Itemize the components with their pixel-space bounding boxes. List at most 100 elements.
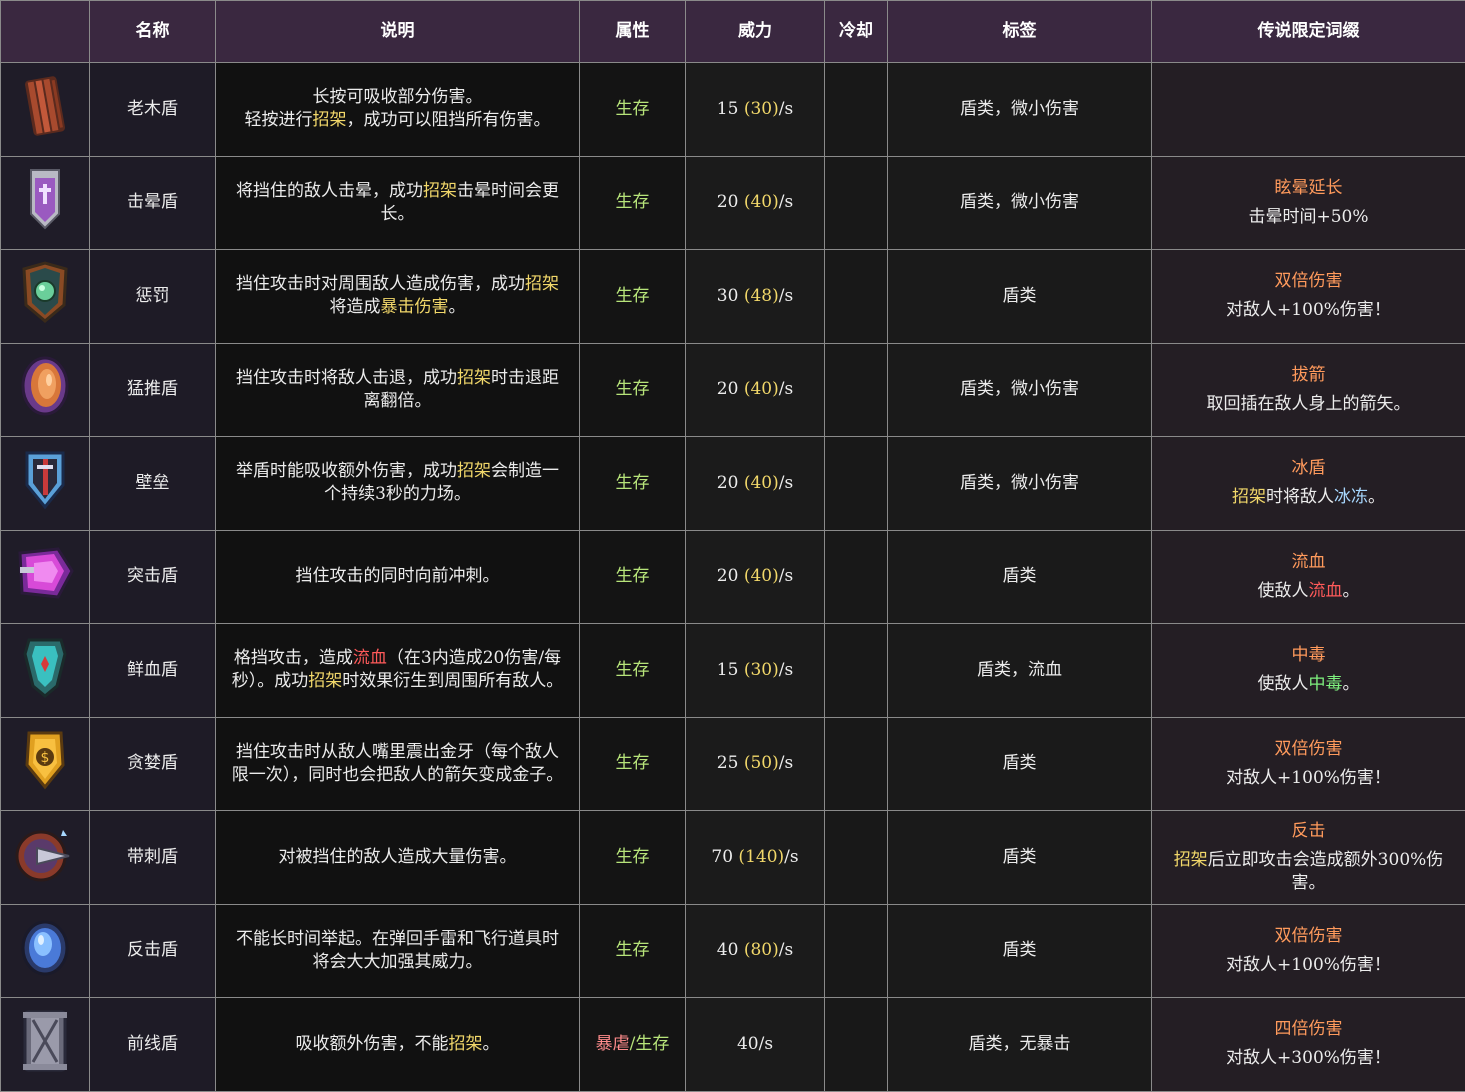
highlighted-text: 招架 [423,181,457,201]
item-power: 70 (140)/s [686,811,825,905]
table-row: 惩罚挡住攻击时对周围敌人造成伤害，成功招架将造成暴击伤害。生存30 (48)/s… [1,250,1465,344]
power-unit: /s [759,1034,773,1054]
power-critical: (30) [738,660,778,680]
header-description: 说明 [216,1,580,63]
legendary-affix: 流血使敌人流血。 [1152,530,1465,624]
item-attribute: 生存 [580,811,686,905]
power-base: 20 [717,473,739,493]
highlighted-text: 流血 [353,648,387,668]
text-segment: 格挡攻击，造成 [234,648,353,668]
table-row: 击晕盾将挡住的敌人击晕，成功招架击晕时间会更长。生存20 (40)/s盾类，微小… [1,156,1465,250]
item-cooldown [825,63,888,157]
header-legendary-affix: 传说限定词缀 [1152,1,1465,63]
header-cooldown: 冷却 [825,1,888,63]
text-segment: 生存 [635,1034,669,1054]
item-description: 挡住攻击时对周围敌人造成伤害，成功招架将造成暴击伤害。 [216,250,580,344]
punishment-shield-icon [14,259,76,334]
text-segment: 。 [483,1034,500,1054]
icon-cell [1,156,90,250]
highlighted-text: 流血 [1309,581,1343,601]
text-segment: 后立即攻击会造成额外300%伤害。 [1208,850,1444,893]
item-cooldown [825,811,888,905]
text-segment: 生存 [616,847,650,867]
power-critical-value: 50 [750,753,772,773]
power-critical: (48) [738,286,778,306]
affix-description: 击晕时间+50% [1166,206,1451,229]
power-unit: /s [784,847,798,867]
header-tags: 标签 [888,1,1152,63]
text-segment: 击晕时间+50% [1248,207,1368,227]
item-description: 挡住攻击的同时向前冲刺。 [216,530,580,624]
text-segment: 生存 [616,286,650,306]
legendary-affix: 双倍伤害对敌人+100%伤害！ [1152,904,1465,998]
item-tags: 盾类，微小伤害 [888,437,1152,531]
legendary-affix: 眩晕延长击晕时间+50% [1152,156,1465,250]
item-cooldown [825,343,888,437]
power-base: 20 [717,379,739,399]
power-unit: /s [779,940,793,960]
icon-cell [1,998,90,1092]
legendary-affix: 中毒使敌人中毒。 [1152,624,1465,718]
icon-cell [1,343,90,437]
power-base: 70 [711,847,733,867]
affix-title: 中毒 [1166,644,1451,667]
text-segment: 。 [1368,487,1385,507]
power-critical: (80) [738,940,778,960]
legendary-affix: 双倍伤害对敌人+100%伤害！ [1152,250,1465,344]
affix-description: 对敌人+300%伤害！ [1166,1047,1451,1070]
wooden-shield-icon [15,72,75,147]
power-unit: /s [779,192,793,212]
highlighted-text: 暴击伤害 [381,297,449,317]
text-segment: 不能长时间举起。在弹回手雷和飞行道具时将会大大加强其威力。 [236,929,559,972]
text-segment: 对敌人+100%伤害！ [1226,955,1391,975]
text-segment: 举盾时能吸收额外伤害，成功 [236,461,457,481]
table-row: 壁垒举盾时能吸收额外伤害，成功招架会制造一个持续3秒的力场。生存20 (40)/… [1,437,1465,531]
legendary-affix: 双倍伤害对敌人+100%伤害！ [1152,717,1465,811]
item-power: 15 (30)/s [686,624,825,718]
power-base: 40 [717,940,739,960]
text-segment: 将挡住的敌人击晕，成功 [236,181,423,201]
item-attribute: 生存 [580,156,686,250]
text-segment: 生存 [616,660,650,680]
item-cooldown [825,624,888,718]
table-row: $贪婪盾挡住攻击时从敌人嘴里震出金牙（每个敌人限一次），同时也会把敌人的箭矢变成… [1,717,1465,811]
text-segment: 。 [1343,581,1360,601]
item-attribute: 生存 [580,624,686,718]
affix-description: 取回插在敌人身上的箭矢。 [1166,393,1451,416]
item-attribute: 生存 [580,437,686,531]
power-critical-value: 40 [750,192,772,212]
affix-description: 使敌人中毒。 [1166,673,1451,696]
table-row: 突击盾挡住攻击的同时向前冲刺。生存20 (40)/s盾类流血使敌人流血。 [1,530,1465,624]
text-segment: 生存 [616,192,650,212]
item-power: 20 (40)/s [686,437,825,531]
affix-description: 对敌人+100%伤害！ [1166,954,1451,977]
text-segment: 对敌人+300%伤害！ [1226,1048,1391,1068]
item-attribute: 生存 [580,63,686,157]
item-cooldown [825,904,888,998]
highlighted-text: 招架 [1232,487,1266,507]
item-cooldown [825,998,888,1092]
text-segment: 生存 [616,566,650,586]
power-unit: /s [779,753,793,773]
text-segment: 挡住攻击时从敌人嘴里震出金牙（每个敌人限一次），同时也会把敌人的箭矢变成金子。 [232,742,564,785]
highlighted-text: 招架 [313,110,347,130]
power-base: 40 [737,1034,759,1054]
force-shield-icon [15,352,75,427]
assault-shield-icon [14,541,76,612]
power-critical-value: 40 [750,473,772,493]
affix-title: 冰盾 [1166,457,1451,480]
power-critical-value: 140 [745,847,777,867]
item-tags: 盾类，流血 [888,624,1152,718]
affix-title: 四倍伤害 [1166,1018,1451,1041]
highlighted-text: 冰冻 [1334,487,1368,507]
affix-description: 招架后立即攻击会造成额外300%伤害。 [1166,849,1451,895]
item-attribute: 生存 [580,904,686,998]
power-critical: (50) [738,753,778,773]
power-critical-value: 30 [750,99,772,119]
icon-cell [1,811,90,905]
item-name: 击晕盾 [90,156,216,250]
text-segment: 生存 [616,473,650,493]
item-name: 鲜血盾 [90,624,216,718]
legendary-affix: 拔箭取回插在敌人身上的箭矢。 [1152,343,1465,437]
text-segment: 时将敌人 [1266,487,1334,507]
